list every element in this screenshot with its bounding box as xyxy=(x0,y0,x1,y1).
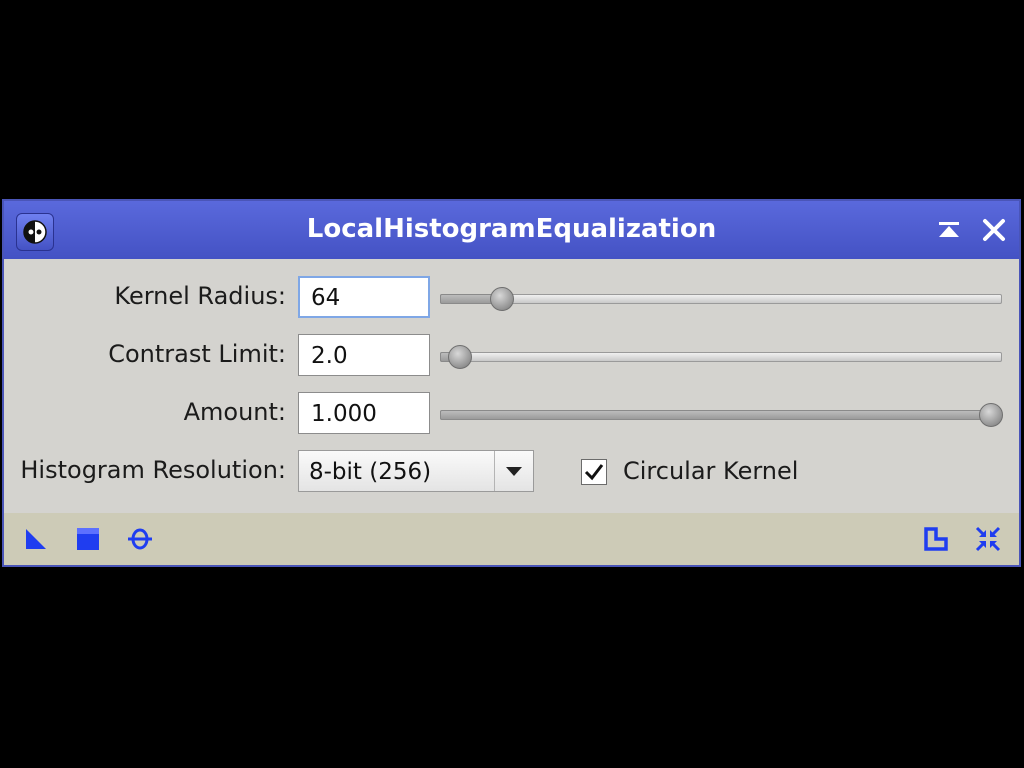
slider-fill xyxy=(440,410,991,420)
chevron-down-icon[interactable] xyxy=(494,451,533,491)
slider-track xyxy=(440,294,1002,304)
process-window: LocalHistogramEqualization Kernel Radius… xyxy=(2,199,1021,567)
collapse-icon[interactable] xyxy=(974,525,1002,553)
slider-knob[interactable] xyxy=(448,345,472,369)
new-instance-icon[interactable] xyxy=(22,525,50,553)
histogram-resolution-value: 8-bit (256) xyxy=(309,459,432,485)
apply-global-icon[interactable] xyxy=(74,525,102,553)
reset-icon[interactable] xyxy=(922,525,950,553)
kernel-radius-input[interactable]: 64 xyxy=(298,276,430,318)
shade-icon[interactable] xyxy=(934,215,964,245)
slider-knob[interactable] xyxy=(490,287,514,311)
contrast-limit-slider[interactable] xyxy=(440,345,1002,369)
bottom-toolbar xyxy=(4,513,1019,565)
contrast-limit-label: Contrast Limit: xyxy=(108,340,286,368)
histogram-resolution-label: Histogram Resolution: xyxy=(20,456,286,484)
contrast-limit-input[interactable]: 2.0 xyxy=(298,334,430,376)
slider-knob[interactable] xyxy=(979,403,1003,427)
title-bar[interactable]: LocalHistogramEqualization xyxy=(4,201,1019,259)
window-title: LocalHistogramEqualization xyxy=(306,214,717,244)
amount-input[interactable]: 1.000 xyxy=(298,392,430,434)
kernel-radius-label: Kernel Radius: xyxy=(114,282,286,310)
kernel-radius-slider[interactable] xyxy=(440,287,1002,311)
circular-kernel-label[interactable]: Circular Kernel xyxy=(623,457,798,485)
amount-label: Amount: xyxy=(183,398,286,426)
close-icon[interactable] xyxy=(979,215,1009,245)
real-time-preview-icon[interactable] xyxy=(126,525,154,553)
amount-slider[interactable] xyxy=(440,403,1003,427)
slider-track xyxy=(440,352,1002,362)
circular-kernel-checkbox[interactable] xyxy=(581,459,607,485)
histogram-resolution-select[interactable]: 8-bit (256) xyxy=(298,450,534,492)
checkmark-icon xyxy=(584,464,604,481)
